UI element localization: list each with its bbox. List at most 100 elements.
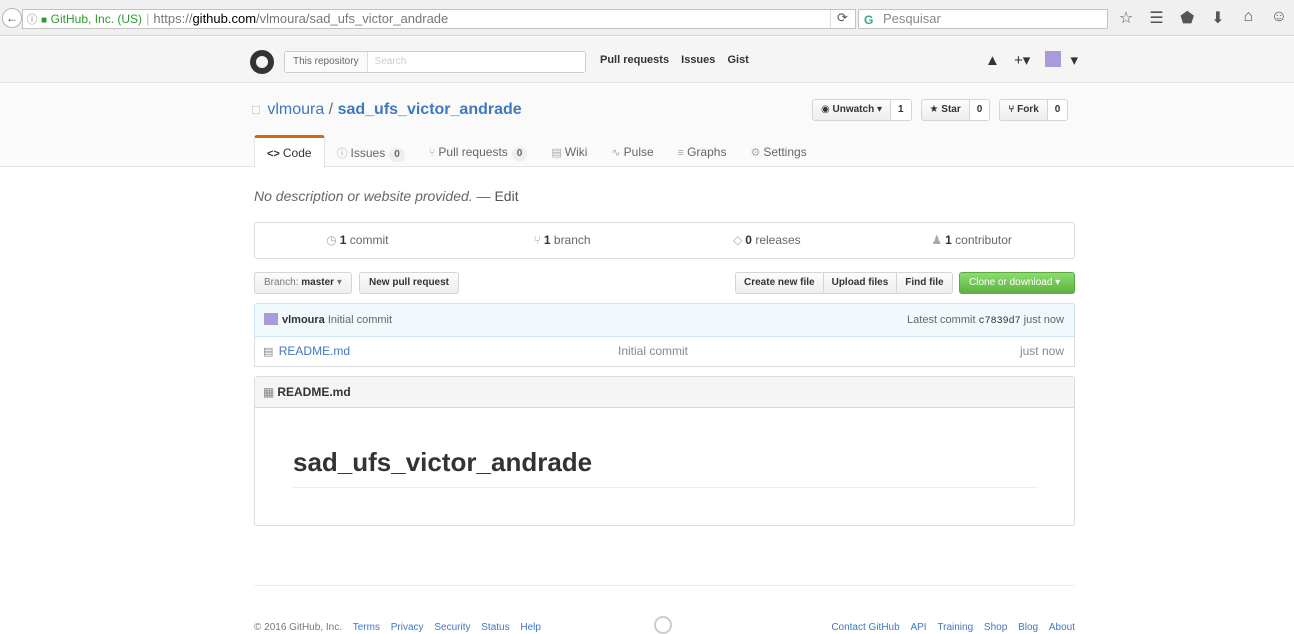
commit-author-link[interactable]: vlmoura <box>282 314 325 326</box>
avatar[interactable] <box>264 313 278 325</box>
watch-count[interactable]: 1 <box>890 99 912 121</box>
bookmark-star-icon[interactable]: ☆ <box>1115 8 1137 28</box>
chat-icon[interactable]: ☺ <box>1268 8 1290 28</box>
repo-search-input[interactable]: This repository Search <box>284 51 586 73</box>
tab-label: Graphs <box>687 145 727 159</box>
repo-name-link[interactable]: sad_ufs_victor_andrade <box>338 101 522 118</box>
reload-icon[interactable]: ⟳ <box>830 10 854 28</box>
nav-issues[interactable]: Issues <box>681 54 715 66</box>
repo-title: □ vlmoura / sad_ufs_victor_andrade <box>252 101 522 119</box>
tab-code[interactable]: <> Code <box>254 135 325 168</box>
table-row: ▤ README.md Initial commit just now <box>254 337 1075 367</box>
github-mark-icon[interactable] <box>654 616 672 634</box>
tab-pull-requests[interactable]: ⑂ Pull requests 0 <box>417 135 540 167</box>
code-icon: <> <box>267 148 280 160</box>
notification-bell-icon[interactable]: ▲ <box>985 52 1000 69</box>
tab-pulse[interactable]: ∿ Pulse <box>599 135 665 167</box>
footer-link-help[interactable]: Help <box>520 622 541 633</box>
file-age: just now <box>1019 344 1064 358</box>
releases-count: 0 <box>745 233 752 247</box>
commits-summary[interactable]: ◷ 1 commit <box>255 223 460 258</box>
tab-counter: 0 <box>511 147 528 161</box>
url-bar[interactable]: ⓘ ■ GitHub, Inc. (US) | https://github.com/… <box>22 9 856 29</box>
file-commit-message-link[interactable]: Initial commit <box>618 337 688 366</box>
tab-issues[interactable]: ⓘ Issues 0 <box>325 135 417 167</box>
commit-age: just now <box>1020 314 1064 326</box>
issue-icon: ⓘ <box>336 148 348 160</box>
pull-request-icon: ⑂ <box>428 147 436 159</box>
nav-pull-requests[interactable]: Pull requests <box>600 54 669 66</box>
tab-settings[interactable]: ⚙ Settings <box>738 135 818 167</box>
footer-link-api[interactable]: API <box>910 622 926 633</box>
branch-select-button[interactable]: Branch: master ▾ <box>254 272 352 294</box>
footer-link-contact[interactable]: Contact GitHub <box>831 622 899 633</box>
branches-label: branch <box>553 233 591 247</box>
new-pull-request-button[interactable]: New pull request <box>359 272 460 294</box>
home-icon[interactable]: ⌂ <box>1237 8 1259 28</box>
search-engine-icon: G <box>864 13 874 27</box>
download-icon[interactable]: ⬇ <box>1207 8 1229 28</box>
find-file-button[interactable]: Find file <box>896 272 953 294</box>
file-name-link[interactable]: README.md <box>279 344 350 358</box>
url-separator: | <box>146 11 150 26</box>
star-count[interactable]: 0 <box>969 99 991 121</box>
contributors-label: contributor <box>955 233 1012 247</box>
fork-count[interactable]: 0 <box>1047 99 1069 121</box>
back-arrow-icon[interactable]: ← <box>2 8 22 28</box>
upload-files-button[interactable]: Upload files <box>822 272 898 294</box>
footer-link-training[interactable]: Training <box>937 622 973 633</box>
user-menu[interactable]: ▾ <box>1044 51 1089 69</box>
releases-summary[interactable]: ◇ 0 releases <box>665 223 870 258</box>
tab-wiki[interactable]: ▤ Wiki <box>539 135 599 167</box>
url-prefix: https:// <box>153 11 193 26</box>
footer-link-about[interactable]: About <box>1049 622 1075 633</box>
github-logo-icon[interactable] <box>250 50 274 74</box>
header-nav: Pull requests Issues Gist <box>600 54 758 66</box>
footer-right: Contact GitHub API Training Shop Blog Ab… <box>823 622 1075 633</box>
pocket-icon[interactable]: ⬟ <box>1176 8 1198 28</box>
bookmarks-list-icon[interactable]: ☰ <box>1146 8 1168 28</box>
edit-description-link[interactable]: Edit <box>494 188 518 204</box>
people-icon: ♟ <box>931 233 943 247</box>
branch-name: master <box>301 277 335 288</box>
watch-group: ◉ Unwatch ▾ 1 <box>812 99 912 121</box>
footer-link-blog[interactable]: Blog <box>1018 622 1038 633</box>
url-host: github.com <box>192 11 257 26</box>
tab-label: Pulse <box>623 145 654 159</box>
commit-message-link[interactable]: Initial commit <box>328 314 392 326</box>
clone-download-button[interactable]: Clone or download ▾ <box>959 272 1075 294</box>
footer-link-privacy[interactable]: Privacy <box>391 622 424 633</box>
branches-count: 1 <box>543 233 551 247</box>
book-icon: ▦ <box>263 385 275 399</box>
unwatch-button[interactable]: ◉ Unwatch ▾ <box>812 99 891 121</box>
footer-link-security[interactable]: Security <box>434 622 470 633</box>
tab-label: Wiki <box>564 145 588 159</box>
footer-link-shop[interactable]: Shop <box>984 622 1007 633</box>
browser-search-input[interactable]: G Pesquisar <box>858 9 1108 29</box>
footer-link-status[interactable]: Status <box>481 622 509 633</box>
site-info-icon[interactable]: ⓘ <box>23 11 41 28</box>
browser-toolbar-icons: ☆ ☰ ⬟ ⬇ ⌂ ☺ <box>1115 8 1290 28</box>
nav-gist[interactable]: Gist <box>727 54 748 66</box>
search-placeholder: Search <box>374 56 407 67</box>
branches-summary[interactable]: ⑂ 1 branch <box>460 223 665 258</box>
fork-button[interactable]: ⑂ Fork <box>999 99 1048 121</box>
latest-commit-bar: vlmoura Initial commit Latest commit c78… <box>254 303 1075 337</box>
star-button[interactable]: ★ Star <box>920 99 970 121</box>
commit-sha-link[interactable]: c7839d7 <box>979 316 1021 327</box>
releases-label: releases <box>755 233 801 247</box>
branch-icon: ⑂ <box>533 233 541 247</box>
header-user-actions: ▲ +▾ ▾ <box>985 51 1098 69</box>
github-header: This repository Search Pull requests Iss… <box>0 37 1294 83</box>
create-new-dropdown[interactable]: +▾ <box>1014 52 1030 69</box>
tab-graphs[interactable]: ≡ Graphs <box>666 135 739 167</box>
repo-owner-link[interactable]: vlmoura <box>267 101 324 118</box>
create-new-file-button[interactable]: Create new file <box>735 272 824 294</box>
contributors-summary[interactable]: ♟ 1 contributor <box>869 223 1074 258</box>
repo-header: □ vlmoura / sad_ufs_victor_andrade ◉ Unw… <box>0 84 1294 168</box>
footer-link-terms[interactable]: Terms <box>353 622 380 633</box>
repo-book-icon: □ <box>252 102 260 117</box>
tab-label: Settings <box>763 145 807 159</box>
pulse-icon: ∿ <box>611 147 621 159</box>
tab-label: Issues <box>350 146 386 160</box>
